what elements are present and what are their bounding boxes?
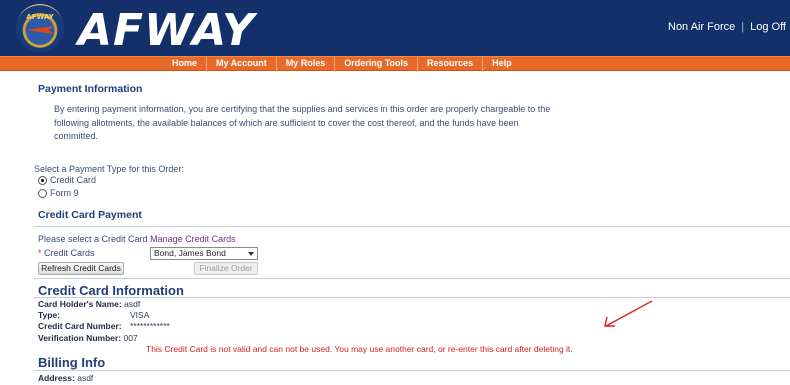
- card-number-row: Credit Card Number:: [38, 321, 122, 331]
- billing-info-title: Billing Info: [38, 355, 106, 370]
- nav-help[interactable]: Help: [483, 57, 521, 72]
- credit-cards-field-label: * Credit Cards: [38, 248, 95, 258]
- plane-icon: [26, 26, 54, 34]
- select-card-text: Please select a Credit Card: [38, 234, 148, 244]
- credit-card-select[interactable]: Bond, James Bond: [150, 247, 258, 260]
- radio-checked-icon[interactable]: [38, 175, 47, 185]
- afway-seal-logo: AFWAY: [16, 4, 64, 52]
- header-bar: AFWAY AFWAY Non Air Force | Log Off: [0, 0, 790, 56]
- manage-credit-cards-link[interactable]: Manage Credit Cards: [150, 234, 236, 244]
- payment-type-prompt: Select a Payment Type for this Order:: [34, 164, 184, 174]
- billing-address-row: Address: asdf: [38, 373, 93, 383]
- top-links: Non Air Force | Log Off: [668, 21, 786, 33]
- log-off-link[interactable]: Log Off: [750, 21, 786, 33]
- radio-unchecked-icon[interactable]: [38, 188, 47, 198]
- divider: [34, 226, 790, 227]
- radio-credit-card[interactable]: Credit Card: [38, 175, 96, 185]
- card-holder-row: Card Holder's Name: asdf: [38, 299, 140, 309]
- divider: [34, 297, 790, 298]
- chevron-down-icon: [248, 252, 254, 256]
- credit-card-payment-title: Credit Card Payment: [38, 209, 142, 221]
- radio-credit-card-label: Credit Card: [50, 175, 97, 185]
- card-type-value: VISA: [130, 310, 150, 320]
- card-holder-value: asdf: [124, 299, 141, 309]
- divider: [34, 278, 790, 279]
- main-nav: Home My Account My Roles Ordering Tools …: [0, 56, 790, 72]
- divider: [34, 370, 790, 371]
- credit-cards-label: Credit Cards: [44, 248, 95, 258]
- verification-row: Verification Number: 007: [38, 333, 138, 343]
- card-error-message: This Credit Card is not valid and can no…: [146, 344, 573, 354]
- nav-my-account[interactable]: My Account: [207, 57, 277, 72]
- verification-value: 007: [123, 333, 138, 343]
- card-number-label: Credit Card Number:: [38, 321, 122, 331]
- nav-ordering-tools[interactable]: Ordering Tools: [335, 57, 419, 72]
- nav-my-roles[interactable]: My Roles: [277, 57, 336, 72]
- verification-label: Verification Number:: [38, 333, 122, 343]
- nav-home[interactable]: Home: [163, 57, 208, 72]
- brand-title: AFWAY: [78, 5, 255, 56]
- link-separator: |: [741, 21, 745, 33]
- billing-address-value: asdf: [77, 373, 94, 383]
- select-card-prompt: Please select a Credit Card Manage Credi…: [38, 234, 236, 244]
- refresh-credit-cards-button[interactable]: Refresh Credit Cards: [38, 262, 124, 275]
- payment-statement: By entering payment information, you are…: [54, 104, 551, 141]
- non-air-force-link[interactable]: Non Air Force: [668, 21, 735, 33]
- selected-card-value: Bond, James Bond: [154, 248, 226, 258]
- card-type-label: Type:: [38, 310, 61, 320]
- credit-card-info-title: Credit Card Information: [38, 283, 184, 298]
- required-marker: *: [38, 248, 42, 258]
- nav-resources[interactable]: Resources: [418, 57, 484, 72]
- billing-address-label: Address:: [38, 373, 75, 383]
- card-number-value: ************: [130, 321, 170, 331]
- card-type-row: Type:: [38, 310, 60, 320]
- finalize-order-button[interactable]: Finalize Order: [194, 262, 258, 275]
- payment-info-title: Payment Information: [38, 83, 143, 95]
- card-holder-label: Card Holder's Name:: [38, 299, 122, 309]
- red-arrow-annotation: [604, 300, 653, 327]
- radio-form-9-label: Form 9: [50, 188, 79, 198]
- seal-text: AFWAY: [26, 13, 54, 21]
- radio-form-9[interactable]: Form 9: [38, 188, 79, 198]
